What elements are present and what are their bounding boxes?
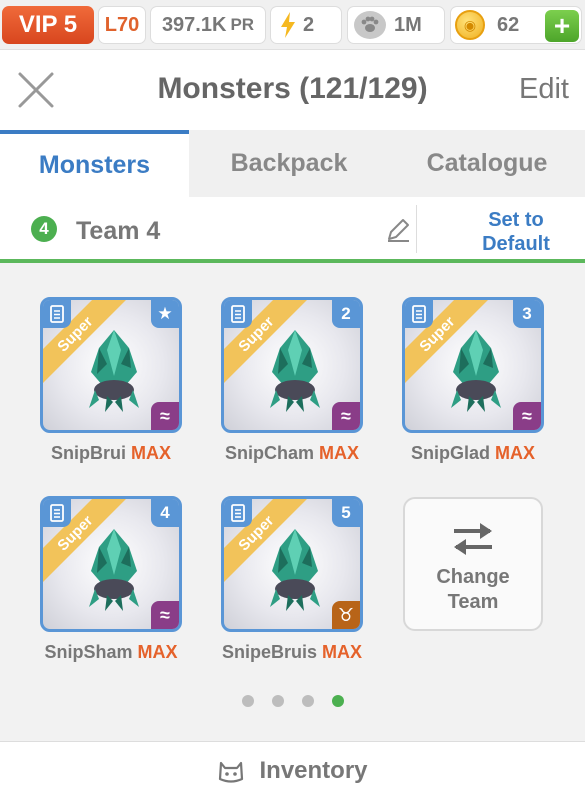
page-dot[interactable] <box>301 695 314 707</box>
coin-icon: ◉ <box>455 10 485 40</box>
energy-counter[interactable]: 2 <box>270 6 342 44</box>
monster-portrait[interactable]: Super 2 ≈ <box>221 297 363 433</box>
monster-portrait[interactable]: Super ★ ≈ <box>40 297 182 433</box>
page-dot[interactable] <box>271 695 284 707</box>
monster-art <box>270 529 320 611</box>
page-indicator <box>0 695 585 707</box>
tab-monsters[interactable]: Monsters <box>0 130 189 197</box>
monster-art <box>89 330 139 412</box>
monster-card[interactable]: Super 5 ♉ SnipeBruis MAX <box>221 496 363 663</box>
power-unit: PR <box>230 15 255 34</box>
earth-element-icon: ♉ <box>332 601 360 629</box>
add-coins-button[interactable]: + <box>545 10 579 42</box>
monster-level: MAX <box>322 642 363 662</box>
monster-card[interactable]: Super 4 ≈ SnipSham MAX <box>40 496 182 663</box>
change-team-line1: Change <box>436 566 510 588</box>
tab-catalogue[interactable]: Catalogue <box>389 130 585 197</box>
info-icon[interactable] <box>224 499 252 527</box>
paw-icon <box>354 11 386 39</box>
info-icon[interactable] <box>43 499 71 527</box>
power-value: 397.1K <box>161 13 227 36</box>
team-selector: 4 Team 4 Set to Default <box>0 197 585 263</box>
monster-label: SnipeBruis MAX <box>221 642 363 663</box>
monster-name: SnipGlad <box>410 443 490 463</box>
monster-label: SnipGlad MAX <box>402 443 544 464</box>
food-value: 1M <box>394 13 422 36</box>
monster-level: MAX <box>319 443 360 463</box>
monster-label: SnipSham MAX <box>40 642 182 663</box>
monster-face-icon <box>219 761 244 783</box>
monster-card[interactable]: Super 3 ≈ SnipGlad MAX <box>402 297 544 464</box>
slot-number: 3 <box>513 300 541 328</box>
lightning-icon <box>281 12 295 38</box>
inventory-button[interactable]: Inventory <box>0 741 585 800</box>
monster-level: MAX <box>137 642 178 662</box>
monster-name: SnipCham <box>224 443 314 463</box>
team-name[interactable]: Team 4 <box>76 217 160 246</box>
status-bar: VIP 5 L70 397.1K PR 2 1M ◉ 62 + <box>0 0 585 50</box>
tab-bar: Monsters Backpack Catalogue <box>0 130 585 197</box>
monster-card[interactable]: Super ★ ≈ SnipBrui MAX <box>40 297 182 464</box>
info-icon[interactable] <box>224 300 252 328</box>
monster-level: MAX <box>131 443 171 463</box>
monster-label: SnipCham MAX <box>221 443 363 464</box>
water-element-icon: ≈ <box>151 402 179 430</box>
divider <box>416 205 417 253</box>
monster-name: SnipBrui <box>50 443 126 463</box>
coin-value: 62 <box>497 13 520 36</box>
info-icon[interactable] <box>43 300 71 328</box>
edit-button[interactable]: Edit <box>519 73 569 106</box>
water-element-icon: ≈ <box>332 402 360 430</box>
monster-grid: Super ★ ≈ SnipBrui MAX Super 2 ≈ SnipCha… <box>0 263 585 741</box>
coin-counter[interactable]: ◉ 62 + <box>450 6 582 44</box>
monster-art <box>270 330 320 412</box>
header: Monsters (121/129) Edit <box>0 50 585 130</box>
monster-art <box>451 330 501 412</box>
monster-level: MAX <box>495 443 536 463</box>
player-level[interactable]: L70 <box>98 6 146 44</box>
monster-card[interactable]: Super 2 ≈ SnipCham MAX <box>221 297 363 464</box>
slot-number: 4 <box>151 499 179 527</box>
power-rating[interactable]: 397.1K PR <box>150 6 266 44</box>
monster-art <box>89 529 139 611</box>
team-number-badge: 4 <box>31 216 57 242</box>
vip-badge[interactable]: VIP 5 <box>2 6 94 44</box>
change-team-line2: Team <box>447 591 499 613</box>
change-team-button[interactable]: Change Team <box>403 497 543 631</box>
monster-portrait[interactable]: Super 4 ≈ <box>40 496 182 632</box>
water-element-icon: ≈ <box>151 601 179 629</box>
inventory-label: Inventory <box>259 757 368 784</box>
monster-portrait[interactable]: Super 3 ≈ <box>402 297 544 433</box>
food-counter[interactable]: 1M <box>347 6 445 44</box>
slot-number: 2 <box>332 300 360 328</box>
set-default-line2: Default <box>482 233 550 255</box>
monster-name: SnipSham <box>44 642 133 662</box>
slot-number: 5 <box>332 499 360 527</box>
set-default-line1: Set to <box>488 209 544 231</box>
info-icon[interactable] <box>405 300 433 328</box>
set-default-button[interactable]: Set to Default <box>466 208 566 256</box>
energy-value: 2 <box>303 13 315 36</box>
monster-portrait[interactable]: Super 5 ♉ <box>221 496 363 632</box>
page-title: Monsters (121/129) <box>157 72 428 105</box>
page-dot-active[interactable] <box>331 695 344 707</box>
pencil-icon[interactable] <box>385 217 411 243</box>
star-icon: ★ <box>151 300 179 328</box>
page-dot[interactable] <box>241 695 254 707</box>
water-element-icon: ≈ <box>513 402 541 430</box>
monster-label: SnipBrui MAX <box>40 443 182 464</box>
monster-name: SnipeBruis <box>221 642 317 662</box>
swap-arrows-icon <box>454 523 492 555</box>
tab-backpack[interactable]: Backpack <box>189 130 389 197</box>
